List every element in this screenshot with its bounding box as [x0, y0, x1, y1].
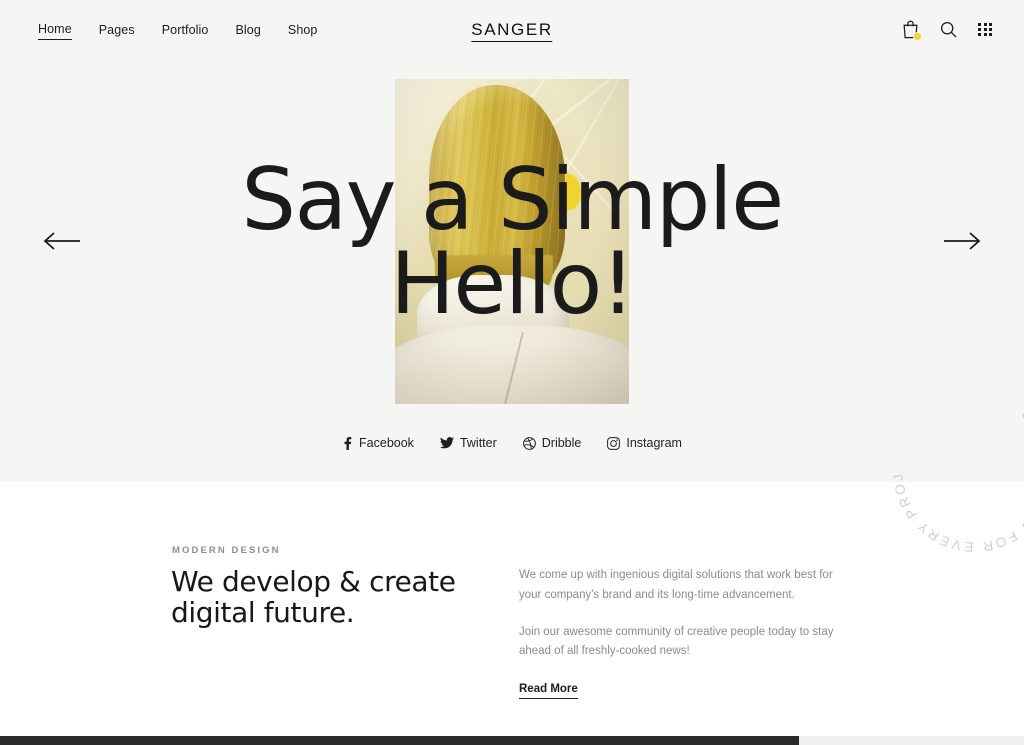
read-more-link[interactable]: Read More — [519, 683, 578, 700]
about-paragraph-2: Join our awesome community of creative p… — [519, 625, 834, 658]
nav-item-pages[interactable]: Pages — [99, 23, 135, 40]
horizontal-scrollbar[interactable] — [0, 736, 1024, 745]
site-header: Home Pages Portfolio Blog Shop SANGER — [0, 0, 1024, 60]
shopping-bag-icon[interactable] — [902, 20, 923, 41]
dribbble-icon — [522, 436, 536, 450]
section-eyebrow: MODERN DESIGN — [172, 545, 281, 556]
social-link-twitter[interactable]: Twitter — [439, 436, 497, 450]
social-link-dribble[interactable]: Dribble — [522, 436, 582, 450]
twitter-icon — [439, 437, 454, 449]
about-text-column: We come up with ingenious digital soluti… — [519, 566, 849, 700]
social-label-facebook: Facebook — [359, 436, 414, 450]
slider-next-arrow-icon[interactable] — [942, 227, 982, 255]
slider-prev-arrow-icon[interactable] — [42, 227, 82, 255]
nav-item-shop[interactable]: Shop — [288, 23, 318, 40]
nav-item-home[interactable]: Home — [38, 22, 72, 40]
social-label-instagram: Instagram — [626, 436, 682, 450]
hero-image — [395, 79, 629, 404]
facebook-icon — [342, 436, 353, 450]
social-links: Facebook Twitter Dribble Instagram — [0, 436, 1024, 450]
section-heading: We develop & create digital future. — [171, 565, 456, 630]
main-navigation: Home Pages Portfolio Blog Shop — [38, 22, 317, 40]
site-logo[interactable]: SANGER — [471, 20, 553, 42]
social-label-dribble: Dribble — [541, 436, 582, 450]
about-section-background — [0, 482, 1024, 737]
social-link-instagram[interactable]: Instagram — [607, 436, 682, 450]
social-label-twitter: Twitter — [459, 436, 497, 450]
homepage: Home Pages Portfolio Blog Shop SANGER Sa… — [0, 0, 1024, 745]
social-link-facebook[interactable]: Facebook — [342, 436, 414, 450]
scrollbar-thumb[interactable] — [0, 736, 799, 745]
nav-item-blog[interactable]: Blog — [235, 23, 260, 40]
search-icon[interactable] — [940, 21, 957, 38]
instagram-icon — [607, 436, 621, 450]
header-icon-group — [902, 20, 992, 41]
nav-item-portfolio[interactable]: Portfolio — [162, 23, 209, 40]
grid-menu-icon[interactable] — [978, 22, 992, 37]
cart-badge — [913, 32, 923, 41]
about-paragraph-1: We come up with ingenious digital soluti… — [519, 569, 833, 601]
